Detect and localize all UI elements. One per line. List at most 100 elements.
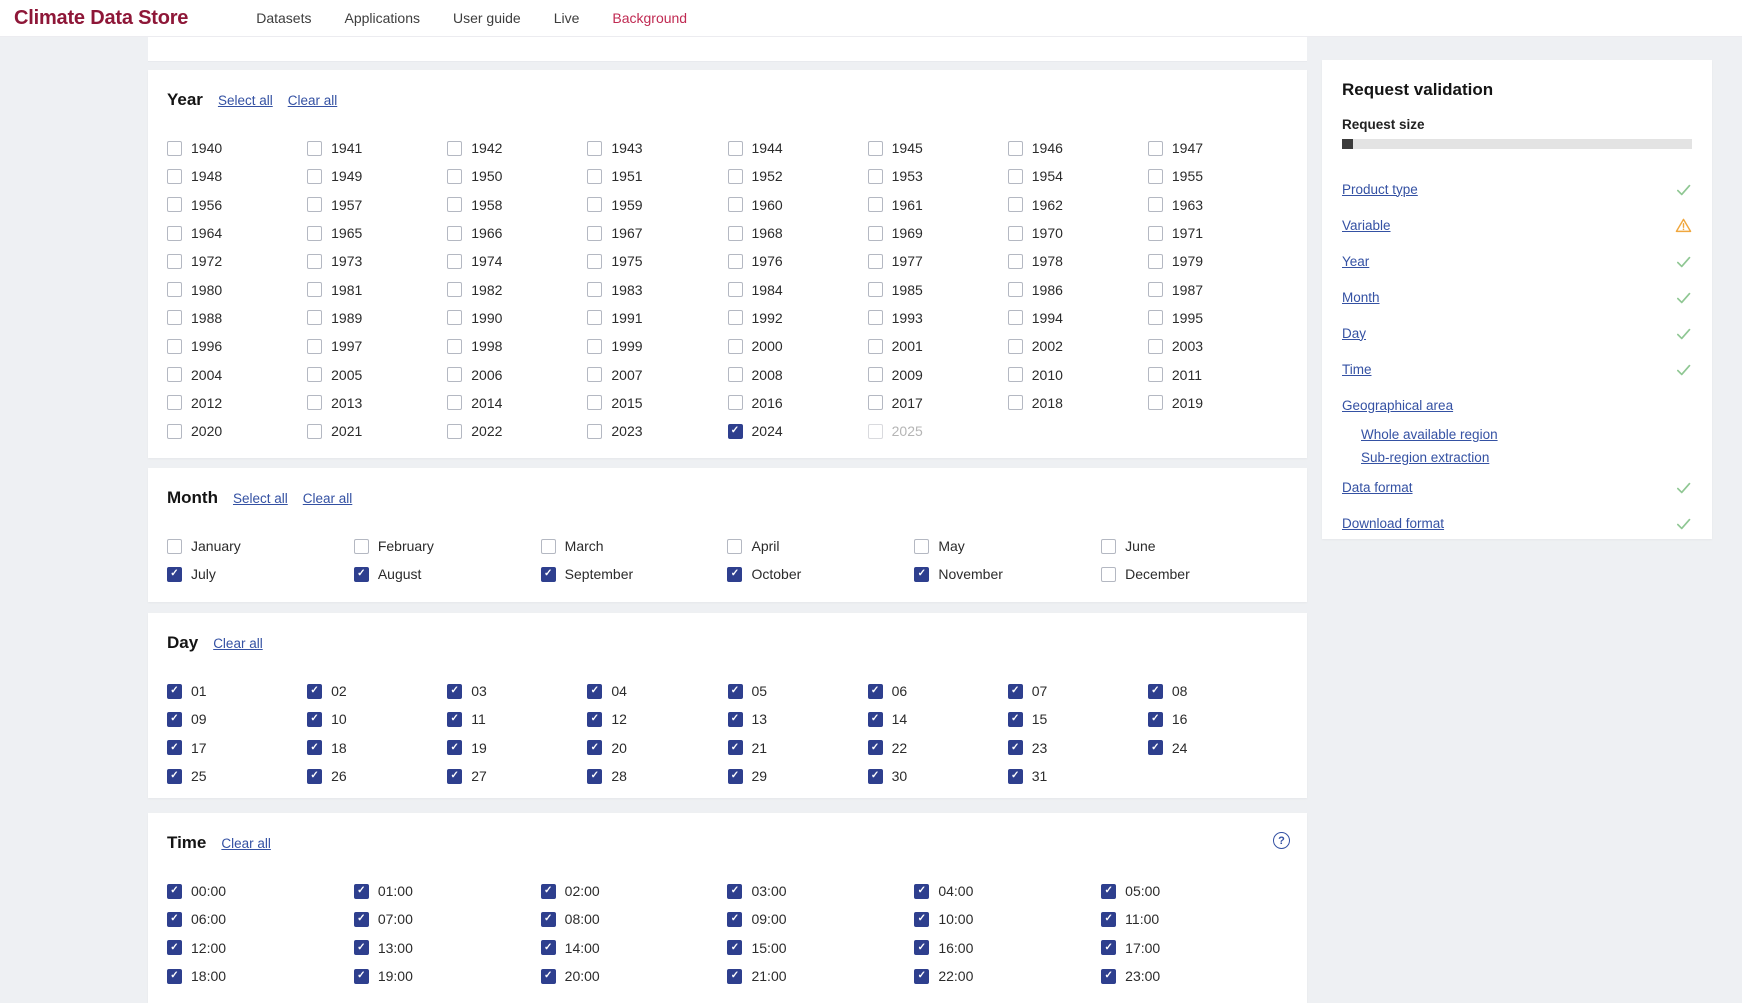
checkbox-day-03[interactable]: ✓03: [447, 683, 587, 699]
checkbox-year-1988[interactable]: 1988: [167, 310, 307, 326]
checkbox-year-2023[interactable]: 2023: [587, 423, 727, 439]
validation-link-product-type[interactable]: Product type: [1342, 182, 1418, 197]
validation-link-whole-available-region[interactable]: Whole available region: [1361, 427, 1498, 442]
checkbox-day-17[interactable]: ✓17: [167, 740, 307, 756]
checkbox-year-1965[interactable]: 1965: [307, 225, 447, 241]
checkbox-month-may[interactable]: May: [914, 538, 1101, 554]
checkbox-year-1983[interactable]: 1983: [587, 282, 727, 298]
checkbox-day-11[interactable]: ✓11: [447, 711, 587, 727]
checkbox-year-1997[interactable]: 1997: [307, 338, 447, 354]
checkbox-year-1961[interactable]: 1961: [868, 197, 1008, 213]
checkbox-year-1979[interactable]: 1979: [1148, 253, 1288, 269]
checkbox-year-1940[interactable]: 1940: [167, 140, 307, 156]
checkbox-day-25[interactable]: ✓25: [167, 768, 307, 784]
checkbox-day-16[interactable]: ✓16: [1148, 711, 1288, 727]
help-icon[interactable]: ?: [1273, 832, 1290, 849]
nav-item-live[interactable]: Live: [554, 10, 580, 26]
checkbox-year-1960[interactable]: 1960: [728, 197, 868, 213]
checkbox-year-1978[interactable]: 1978: [1008, 253, 1148, 269]
checkbox-day-07[interactable]: ✓07: [1008, 683, 1148, 699]
select-all-link[interactable]: Select all: [233, 491, 288, 506]
checkbox-time-00-00[interactable]: ✓00:00: [167, 883, 354, 899]
checkbox-year-2016[interactable]: 2016: [728, 395, 868, 411]
checkbox-time-18-00[interactable]: ✓18:00: [167, 968, 354, 984]
checkbox-year-2005[interactable]: 2005: [307, 367, 447, 383]
checkbox-year-1958[interactable]: 1958: [447, 197, 587, 213]
checkbox-year-2010[interactable]: 2010: [1008, 367, 1148, 383]
checkbox-year-1987[interactable]: 1987: [1148, 282, 1288, 298]
checkbox-year-1994[interactable]: 1994: [1008, 310, 1148, 326]
checkbox-year-1966[interactable]: 1966: [447, 225, 587, 241]
checkbox-year-2009[interactable]: 2009: [868, 367, 1008, 383]
checkbox-year-2021[interactable]: 2021: [307, 423, 447, 439]
checkbox-day-31[interactable]: ✓31: [1008, 768, 1148, 784]
validation-link-time[interactable]: Time: [1342, 362, 1372, 377]
checkbox-year-1974[interactable]: 1974: [447, 253, 587, 269]
app-logo[interactable]: Climate Data Store: [14, 7, 188, 30]
checkbox-year-2018[interactable]: 2018: [1008, 395, 1148, 411]
checkbox-year-1967[interactable]: 1967: [587, 225, 727, 241]
checkbox-year-2019[interactable]: 2019: [1148, 395, 1288, 411]
checkbox-year-2013[interactable]: 2013: [307, 395, 447, 411]
checkbox-day-01[interactable]: ✓01: [167, 683, 307, 699]
checkbox-day-29[interactable]: ✓29: [728, 768, 868, 784]
checkbox-time-02-00[interactable]: ✓02:00: [541, 883, 728, 899]
checkbox-year-1977[interactable]: 1977: [868, 253, 1008, 269]
checkbox-year-1970[interactable]: 1970: [1008, 225, 1148, 241]
checkbox-year-1951[interactable]: 1951: [587, 168, 727, 184]
checkbox-year-1946[interactable]: 1946: [1008, 140, 1148, 156]
checkbox-year-1996[interactable]: 1996: [167, 338, 307, 354]
checkbox-day-21[interactable]: ✓21: [728, 740, 868, 756]
checkbox-time-11-00[interactable]: ✓11:00: [1101, 911, 1288, 927]
checkbox-year-1981[interactable]: 1981: [307, 282, 447, 298]
checkbox-year-2015[interactable]: 2015: [587, 395, 727, 411]
checkbox-day-24[interactable]: ✓24: [1148, 740, 1288, 756]
checkbox-time-03-00[interactable]: ✓03:00: [727, 883, 914, 899]
checkbox-year-2003[interactable]: 2003: [1148, 338, 1288, 354]
checkbox-year-1985[interactable]: 1985: [868, 282, 1008, 298]
checkbox-year-1950[interactable]: 1950: [447, 168, 587, 184]
checkbox-time-01-00[interactable]: ✓01:00: [354, 883, 541, 899]
validation-link-year[interactable]: Year: [1342, 254, 1369, 269]
checkbox-year-2014[interactable]: 2014: [447, 395, 587, 411]
checkbox-year-2006[interactable]: 2006: [447, 367, 587, 383]
checkbox-month-june[interactable]: June: [1101, 538, 1288, 554]
checkbox-day-09[interactable]: ✓09: [167, 711, 307, 727]
checkbox-year-1968[interactable]: 1968: [728, 225, 868, 241]
checkbox-day-10[interactable]: ✓10: [307, 711, 447, 727]
checkbox-year-2007[interactable]: 2007: [587, 367, 727, 383]
checkbox-year-2017[interactable]: 2017: [868, 395, 1008, 411]
checkbox-day-08[interactable]: ✓08: [1148, 683, 1288, 699]
checkbox-year-1945[interactable]: 1945: [868, 140, 1008, 156]
checkbox-year-1993[interactable]: 1993: [868, 310, 1008, 326]
checkbox-month-july[interactable]: ✓July: [167, 566, 354, 582]
checkbox-year-1992[interactable]: 1992: [728, 310, 868, 326]
checkbox-year-1942[interactable]: 1942: [447, 140, 587, 156]
checkbox-year-1975[interactable]: 1975: [587, 253, 727, 269]
checkbox-year-2002[interactable]: 2002: [1008, 338, 1148, 354]
checkbox-year-1990[interactable]: 1990: [447, 310, 587, 326]
checkbox-month-february[interactable]: February: [354, 538, 541, 554]
checkbox-year-2000[interactable]: 2000: [728, 338, 868, 354]
clear-all-link[interactable]: Clear all: [221, 836, 271, 851]
checkbox-month-january[interactable]: January: [167, 538, 354, 554]
checkbox-day-26[interactable]: ✓26: [307, 768, 447, 784]
checkbox-year-1957[interactable]: 1957: [307, 197, 447, 213]
checkbox-time-19-00[interactable]: ✓19:00: [354, 968, 541, 984]
checkbox-year-1986[interactable]: 1986: [1008, 282, 1148, 298]
checkbox-month-august[interactable]: ✓August: [354, 566, 541, 582]
validation-link-month[interactable]: Month: [1342, 290, 1380, 305]
checkbox-time-07-00[interactable]: ✓07:00: [354, 911, 541, 927]
checkbox-day-19[interactable]: ✓19: [447, 740, 587, 756]
checkbox-day-15[interactable]: ✓15: [1008, 711, 1148, 727]
checkbox-year-1980[interactable]: 1980: [167, 282, 307, 298]
checkbox-day-05[interactable]: ✓05: [728, 683, 868, 699]
checkbox-year-1949[interactable]: 1949: [307, 168, 447, 184]
checkbox-time-14-00[interactable]: ✓14:00: [541, 940, 728, 956]
checkbox-year-1941[interactable]: 1941: [307, 140, 447, 156]
checkbox-month-december[interactable]: December: [1101, 566, 1288, 582]
checkbox-year-1998[interactable]: 1998: [447, 338, 587, 354]
checkbox-year-1969[interactable]: 1969: [868, 225, 1008, 241]
checkbox-time-23-00[interactable]: ✓23:00: [1101, 968, 1288, 984]
checkbox-day-22[interactable]: ✓22: [868, 740, 1008, 756]
